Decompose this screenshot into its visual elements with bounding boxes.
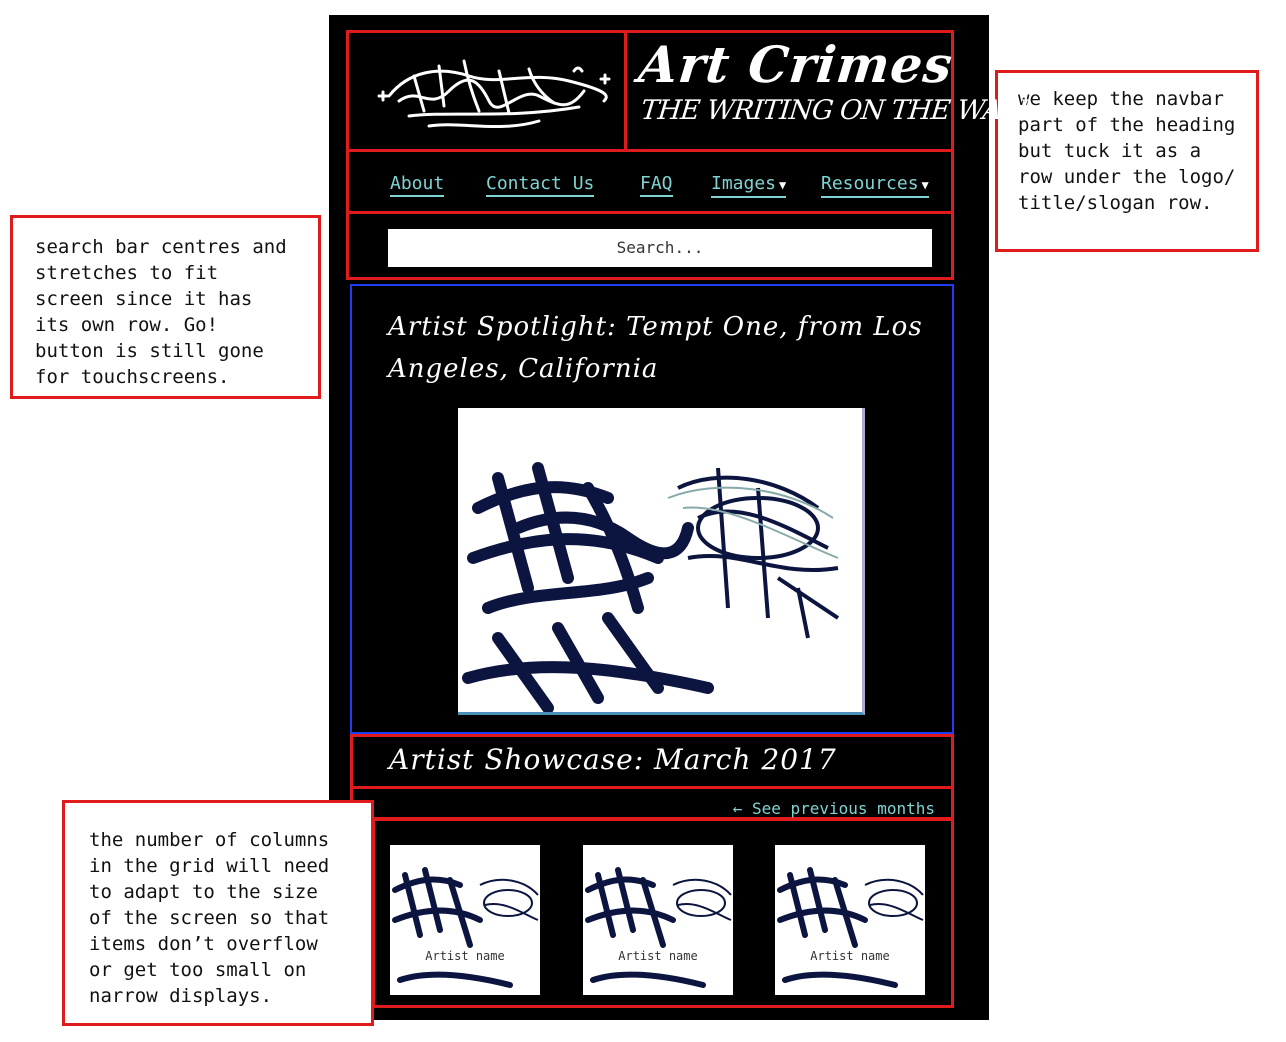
showcase-title: Artist Showcase: March 2017	[389, 743, 837, 776]
annotation-search-note: search bar centres and stretches to fit …	[10, 215, 321, 399]
header-divider	[624, 33, 627, 151]
nav-contact-us[interactable]: Contact Us	[486, 173, 595, 197]
nav-images[interactable]: Images ▼	[711, 173, 787, 198]
tile-label: Artist name	[810, 949, 890, 963]
showcase-grid: Artist name Artist name Artist name	[372, 818, 954, 1008]
nav-resources[interactable]: Resources ▼	[821, 173, 929, 198]
showcase-tile[interactable]: Artist name	[583, 845, 733, 995]
nav-item-label: Contact Us	[486, 173, 595, 194]
dropdown-arrow-icon: ▼	[921, 178, 929, 192]
annotation-grid-note: the number of columns in the grid will n…	[62, 800, 374, 1026]
nav-item-label: Resources	[821, 173, 919, 194]
search-input[interactable]: Search...	[388, 229, 932, 267]
nav-faq[interactable]: FAQ	[640, 173, 673, 197]
nav-item-label: Images	[711, 173, 777, 194]
navbar: About Contact Us FAQ Images ▼ Resources ▼	[349, 164, 951, 204]
see-previous-months-link[interactable]: ← See previous months	[733, 799, 935, 818]
tile-label: Artist name	[618, 949, 698, 963]
tile-label: Artist name	[425, 949, 505, 963]
nav-about[interactable]: About	[390, 173, 445, 197]
artist-spotlight: Artist Spotlight: Tempt One, from Los An…	[350, 284, 954, 734]
nav-item-label: About	[390, 173, 445, 194]
showcase-tile[interactable]: Artist name	[775, 845, 925, 995]
artist-showcase: Artist Showcase: March 2017 ← See previo…	[350, 734, 954, 820]
spotlight-title[interactable]: Artist Spotlight: Tempt One, from Los An…	[388, 306, 928, 390]
showcase-divider	[353, 786, 951, 789]
showcase-tile[interactable]: Artist name	[390, 845, 540, 995]
dropdown-arrow-icon: ▼	[779, 178, 787, 192]
header-divider	[349, 211, 951, 214]
graffiti-logo[interactable]	[369, 41, 619, 141]
header-divider	[349, 149, 951, 152]
site-slogan: THE WRITING ON THE WALL	[639, 95, 1037, 126]
site-header: Art Crimes THE WRITING ON THE WALL About…	[346, 30, 1037, 280]
site-title[interactable]: Art Crimes	[636, 35, 956, 94]
nav-item-label: FAQ	[640, 173, 673, 194]
spotlight-image[interactable]	[458, 408, 865, 715]
